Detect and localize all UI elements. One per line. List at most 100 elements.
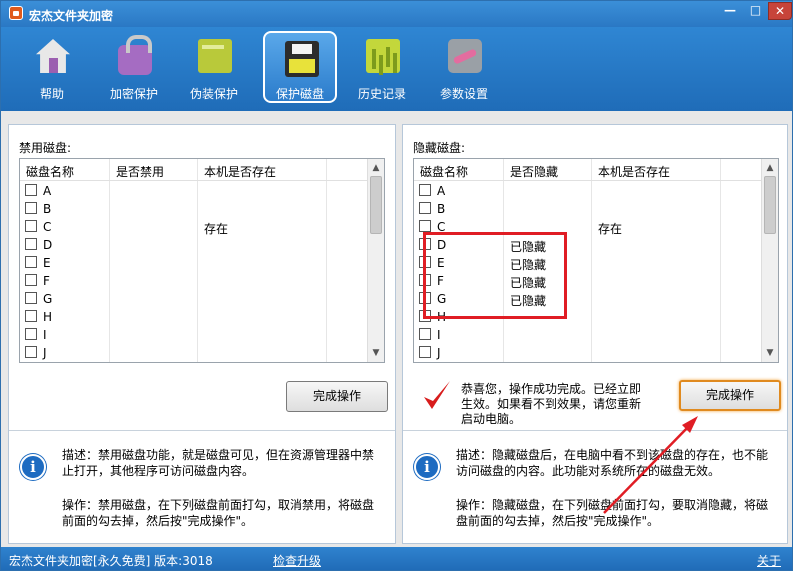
list-item[interactable]: A — [414, 182, 762, 200]
scroll-thumb[interactable] — [370, 176, 382, 234]
disk-checkbox[interactable] — [419, 202, 431, 214]
toolbar-label: 伪装保护 — [189, 87, 238, 101]
list-item[interactable]: E — [20, 254, 368, 272]
scroll-thumb[interactable] — [764, 176, 776, 234]
disk-name: G — [43, 292, 53, 306]
column-header[interactable]: 是否隐藏 — [510, 163, 558, 180]
disk-name: F — [43, 274, 50, 288]
disk-name: I — [43, 328, 47, 342]
disk-checkbox[interactable] — [25, 220, 37, 232]
toolbar-protect-disk[interactable]: 保护磁盘 — [263, 31, 337, 103]
book-icon — [198, 39, 232, 73]
disable-disk-list[interactable]: 磁盘名称 是否禁用 本机是否存在 A B C 存在 D E F G H I J ▲ ▼ — [19, 158, 385, 363]
scroll-down-icon[interactable]: ▼ — [371, 348, 381, 358]
disk-checkbox[interactable] — [25, 184, 37, 196]
toolbar-encrypt[interactable]: 加密保护 — [97, 31, 171, 103]
panel-title: 隐藏磁盘: — [413, 141, 466, 155]
disk-checkbox[interactable] — [25, 274, 37, 286]
column-header[interactable]: 本机是否存在 — [598, 163, 670, 180]
column-header[interactable]: 磁盘名称 — [420, 163, 468, 180]
toolbar-label: 参数设置 — [439, 87, 488, 101]
toolbar-disguise[interactable]: 伪装保护 — [177, 31, 251, 103]
list-item[interactable]: G — [20, 290, 368, 308]
complete-button[interactable]: 完成操作 — [286, 381, 388, 412]
disk-name: C — [43, 220, 52, 234]
disk-checkbox[interactable] — [25, 256, 37, 268]
main-area: 禁用磁盘: 磁盘名称 是否禁用 本机是否存在 A B C 存在 D E F G H I J ▲ ▼ … — [1, 111, 792, 547]
lock-icon — [118, 35, 152, 75]
toolbar-history[interactable]: 历史记录 — [345, 31, 419, 103]
complete-button[interactable]: 完成操作 — [679, 380, 781, 411]
list-item[interactable]: D — [20, 236, 368, 254]
disk-checkbox[interactable] — [419, 328, 431, 340]
disk-checkbox[interactable] — [419, 220, 431, 232]
tools-icon — [448, 39, 482, 73]
disable-disk-panel: 禁用磁盘: 磁盘名称 是否禁用 本机是否存在 A B C 存在 D E F G H I J ▲ ▼ … — [8, 124, 396, 544]
list-item[interactable]: A — [20, 182, 368, 200]
list-item[interactable]: F — [20, 272, 368, 290]
disk-name: J — [437, 346, 441, 360]
list-item[interactable]: I — [414, 326, 762, 344]
check-update-link[interactable]: 检查升级 — [273, 552, 321, 569]
list-item[interactable]: B — [414, 200, 762, 218]
operation-text: 操作：禁用磁盘，在下列磁盘前面打勾，取消禁用，将磁盘前面的勾去掉，然后按"完成操… — [62, 498, 375, 528]
disk-checkbox[interactable] — [25, 310, 37, 322]
toolbar-label: 历史记录 — [357, 87, 406, 101]
highlight-box — [423, 232, 567, 319]
panel-title: 禁用磁盘: — [19, 141, 72, 155]
toolbar-label: 保护磁盘 — [275, 87, 324, 101]
list-item[interactable]: H — [20, 308, 368, 326]
toolbar-help[interactable]: 帮助 — [15, 31, 89, 103]
disk-name: B — [43, 202, 52, 216]
home-icon — [36, 39, 70, 73]
minimize-button[interactable]: — — [717, 2, 743, 20]
history-chart-icon — [366, 39, 400, 73]
column-header[interactable]: 本机是否存在 — [204, 163, 276, 180]
scroll-up-icon[interactable]: ▲ — [371, 163, 381, 173]
list-item[interactable]: B — [20, 200, 368, 218]
list-item[interactable]: J — [20, 344, 368, 362]
disk-checkbox[interactable] — [25, 328, 37, 340]
operation-text: 操作：隐藏磁盘，在下列磁盘前面打勾，要取消隐藏，将磁盘前面的勾去掉，然后按"完成… — [456, 498, 769, 528]
hide-disk-panel: 隐藏磁盘: 磁盘名称 是否隐藏 本机是否存在 A B C 存在 D 已隐藏 E 已隐藏 F 已隐藏… — [402, 124, 788, 544]
disk-name: E — [43, 256, 51, 270]
disk-checkbox[interactable] — [25, 346, 37, 358]
list-header: 磁盘名称 是否禁用 本机是否存在 — [20, 159, 368, 181]
toolbar-label: 加密保护 — [109, 87, 158, 101]
floppy-disk-icon — [285, 41, 319, 77]
disk-checkbox[interactable] — [25, 238, 37, 250]
column-header[interactable]: 是否禁用 — [116, 163, 164, 180]
disk-checkbox[interactable] — [25, 202, 37, 214]
maximize-button[interactable]: □ — [743, 2, 768, 20]
disk-exists: 存在 — [598, 222, 623, 236]
column-header[interactable]: 磁盘名称 — [26, 163, 74, 180]
scrollbar[interactable]: ▲ ▼ — [367, 159, 384, 362]
toolbar-label: 帮助 — [39, 87, 64, 101]
disk-checkbox[interactable] — [419, 184, 431, 196]
main-toolbar: 帮助 加密保护 伪装保护 保护磁盘 历史记录 参数设置 — [1, 27, 792, 111]
list-header: 磁盘名称 是否隐藏 本机是否存在 — [414, 159, 762, 181]
scrollbar[interactable]: ▲ ▼ — [761, 159, 778, 362]
close-button[interactable]: ✕ — [768, 2, 792, 20]
disk-checkbox[interactable] — [419, 346, 431, 358]
disk-name: A — [437, 184, 446, 198]
title-bar[interactable]: 宏杰文件夹加密 — □ ✕ — [1, 1, 792, 27]
disk-checkbox[interactable] — [25, 292, 37, 304]
disk-name: H — [43, 310, 53, 324]
app-lock-icon — [9, 6, 23, 20]
list-item[interactable]: J — [414, 344, 762, 362]
description-text: 描述：禁用磁盘功能，就是磁盘可见，但在资源管理器中禁止打开，其他程序可访问磁盘内… — [62, 448, 375, 478]
list-item[interactable]: C 存在 — [20, 218, 368, 236]
scroll-down-icon[interactable]: ▼ — [765, 348, 775, 358]
list-item[interactable]: I — [20, 326, 368, 344]
disk-name: I — [437, 328, 441, 342]
about-link[interactable]: 关于 — [757, 552, 781, 569]
version-text: 宏杰文件夹加密[永久免费] 版本:3018 — [9, 554, 213, 568]
scroll-up-icon[interactable]: ▲ — [765, 163, 775, 173]
toolbar-settings[interactable]: 参数设置 — [427, 31, 501, 103]
window-title: 宏杰文件夹加密 — [29, 9, 114, 23]
disk-exists: 存在 — [204, 222, 229, 236]
success-message: 恭喜您，操作成功完成。已经立即生效。如果看不到效果，请您重新启动电脑。 — [461, 382, 642, 426]
disk-name: B — [437, 202, 446, 216]
status-bar: 宏杰文件夹加密[永久免费] 版本:3018 检查升级 关于 — [1, 547, 792, 570]
